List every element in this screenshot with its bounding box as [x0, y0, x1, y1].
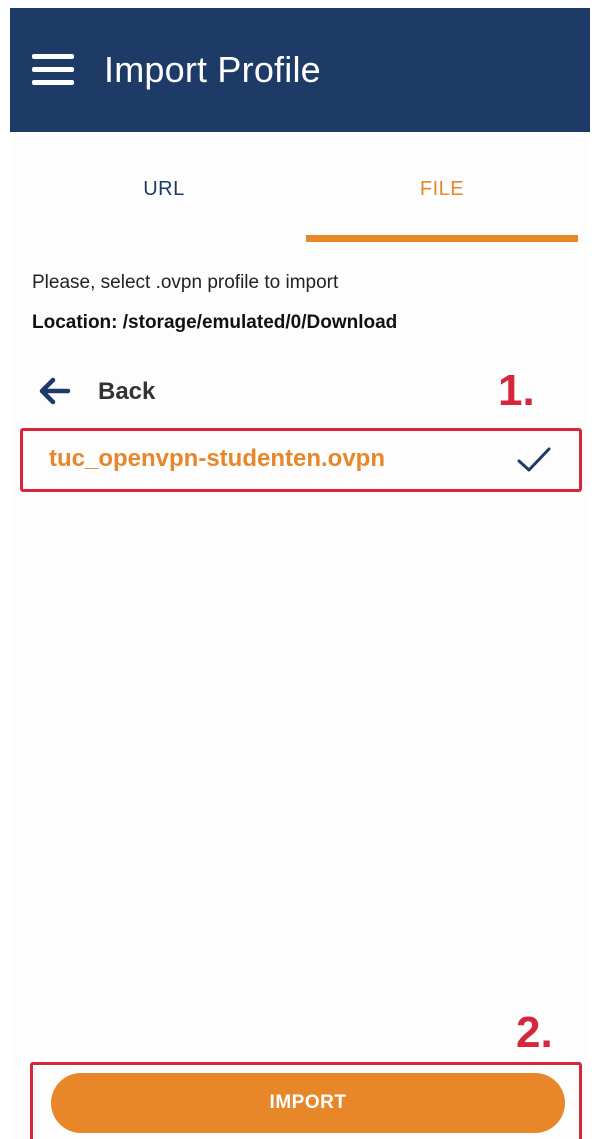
arrow-left-icon — [39, 377, 71, 405]
checkmark-icon — [517, 447, 551, 472]
location-path: Location: /storage/emulated/0/Download — [32, 312, 398, 333]
file-name: tuc_openvpn-studenten.ovpn — [49, 445, 385, 472]
back-button[interactable]: Back — [30, 366, 230, 416]
instruction-text: Please, select .ovpn profile to import — [32, 272, 339, 293]
import-profile-screen: Import Profile URL FILE Please, select .… — [10, 8, 590, 1139]
file-list-item[interactable]: tuc_openvpn-studenten.ovpn — [20, 428, 582, 492]
hamburger-menu-icon[interactable] — [32, 54, 76, 88]
tab-url[interactable]: URL — [28, 132, 300, 242]
import-button[interactable]: IMPORT — [51, 1073, 565, 1133]
tab-file[interactable]: FILE — [306, 132, 578, 242]
import-highlight-frame: IMPORT — [30, 1062, 582, 1139]
app-bar: Import Profile — [10, 8, 590, 132]
tab-file-label: FILE — [419, 178, 465, 200]
tab-url-label: URL — [143, 178, 185, 200]
tab-active-indicator — [306, 235, 578, 242]
annotation-step-2: 2. — [516, 1008, 553, 1057]
page-title: Import Profile — [104, 49, 321, 90]
back-label: Back — [98, 378, 156, 405]
tab-bar: URL FILE — [10, 132, 590, 242]
annotation-step-1: 1. — [498, 366, 535, 415]
